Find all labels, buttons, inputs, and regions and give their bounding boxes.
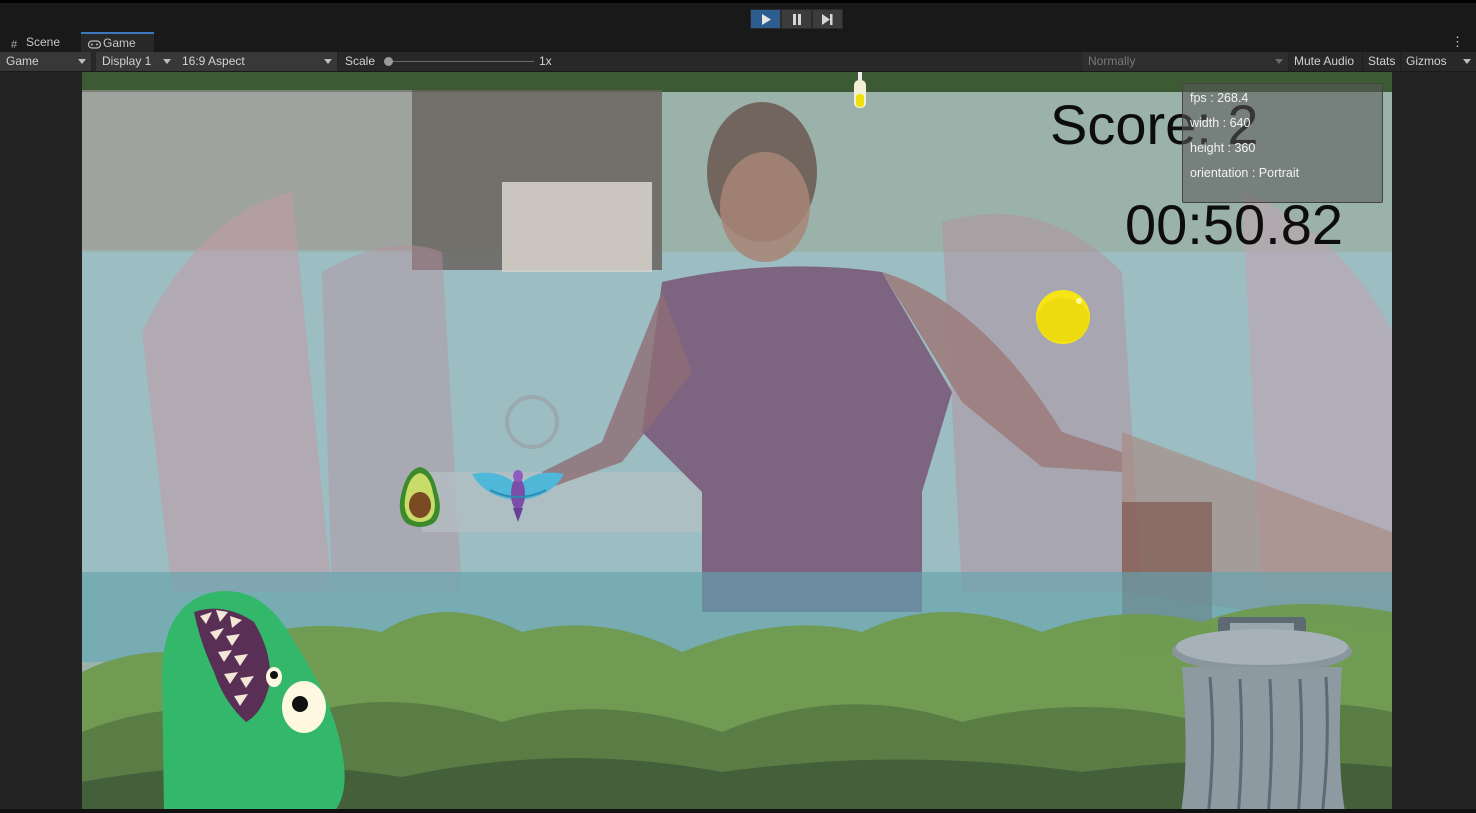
bottom-border (0, 809, 1476, 813)
play-focus-dropdown[interactable]: Normally (1082, 52, 1289, 71)
play-controls (750, 9, 843, 29)
display-dropdown[interactable]: Display 1 (96, 52, 177, 71)
step-button[interactable] (812, 9, 843, 29)
pause-button[interactable] (781, 9, 812, 29)
mode-dropdown[interactable]: Game (0, 52, 92, 71)
step-icon (822, 13, 833, 25)
scale-label: Scale (345, 54, 376, 68)
gizmos-dropdown[interactable]: Gizmos (1400, 52, 1476, 71)
scale-slider-handle[interactable] (384, 57, 393, 66)
play-icon (761, 13, 771, 25)
tab-scene[interactable]: # Scene (4, 32, 80, 52)
dinosaur-icon (162, 591, 345, 809)
aspect-dropdown[interactable]: 16:9 Aspect (176, 52, 338, 71)
pause-icon (792, 13, 801, 25)
tab-game-label: Game (103, 36, 136, 50)
trash-can-icon (1172, 617, 1352, 809)
tab-game[interactable]: Game (81, 32, 154, 52)
bottle-icon (854, 72, 866, 108)
tab-scene-label: Scene (26, 35, 61, 49)
mode-label: Game (6, 54, 39, 68)
mute-audio-button[interactable]: Mute Audio (1288, 52, 1363, 71)
chevron-down-icon (1275, 59, 1283, 64)
game-viewport[interactable]: Score: 2 00:50.82 fps : 268.4 width : 64… (82, 72, 1392, 809)
stats-fps: fps : 268.4 (1190, 91, 1249, 105)
display-label: Display 1 (102, 54, 152, 68)
avocado-icon (399, 467, 440, 527)
chevron-down-icon (1463, 59, 1471, 64)
stats-width: width : 640 (1190, 116, 1251, 130)
play-focus-label: Normally (1088, 54, 1136, 68)
aspect-label: 16:9 Aspect (182, 54, 245, 68)
chevron-down-icon (324, 59, 332, 64)
more-options-icon[interactable]: ⋮ (1451, 34, 1464, 50)
bird-icon (472, 470, 564, 522)
play-button[interactable] (750, 9, 781, 29)
game-toolbar: Game Display 1 16:9 Aspect Scale 1x Norm… (0, 52, 1476, 72)
gizmos-label: Gizmos (1406, 54, 1447, 68)
tab-bar: # Scene Game ⋮ (0, 32, 1476, 52)
scale-slider-track[interactable] (388, 61, 534, 62)
lemon-icon (1036, 290, 1090, 344)
chevron-down-icon (78, 59, 86, 64)
scale-value: 1x (539, 54, 552, 68)
stats-height: height : 360 (1190, 141, 1256, 155)
stats-panel: fps : 268.4 width : 640 height : 360 ori… (1182, 83, 1383, 203)
top-toolbar (0, 0, 1476, 32)
chevron-down-icon (163, 59, 171, 64)
stats-button[interactable]: Stats (1362, 52, 1401, 71)
stats-orientation: orientation : Portrait (1190, 166, 1300, 180)
